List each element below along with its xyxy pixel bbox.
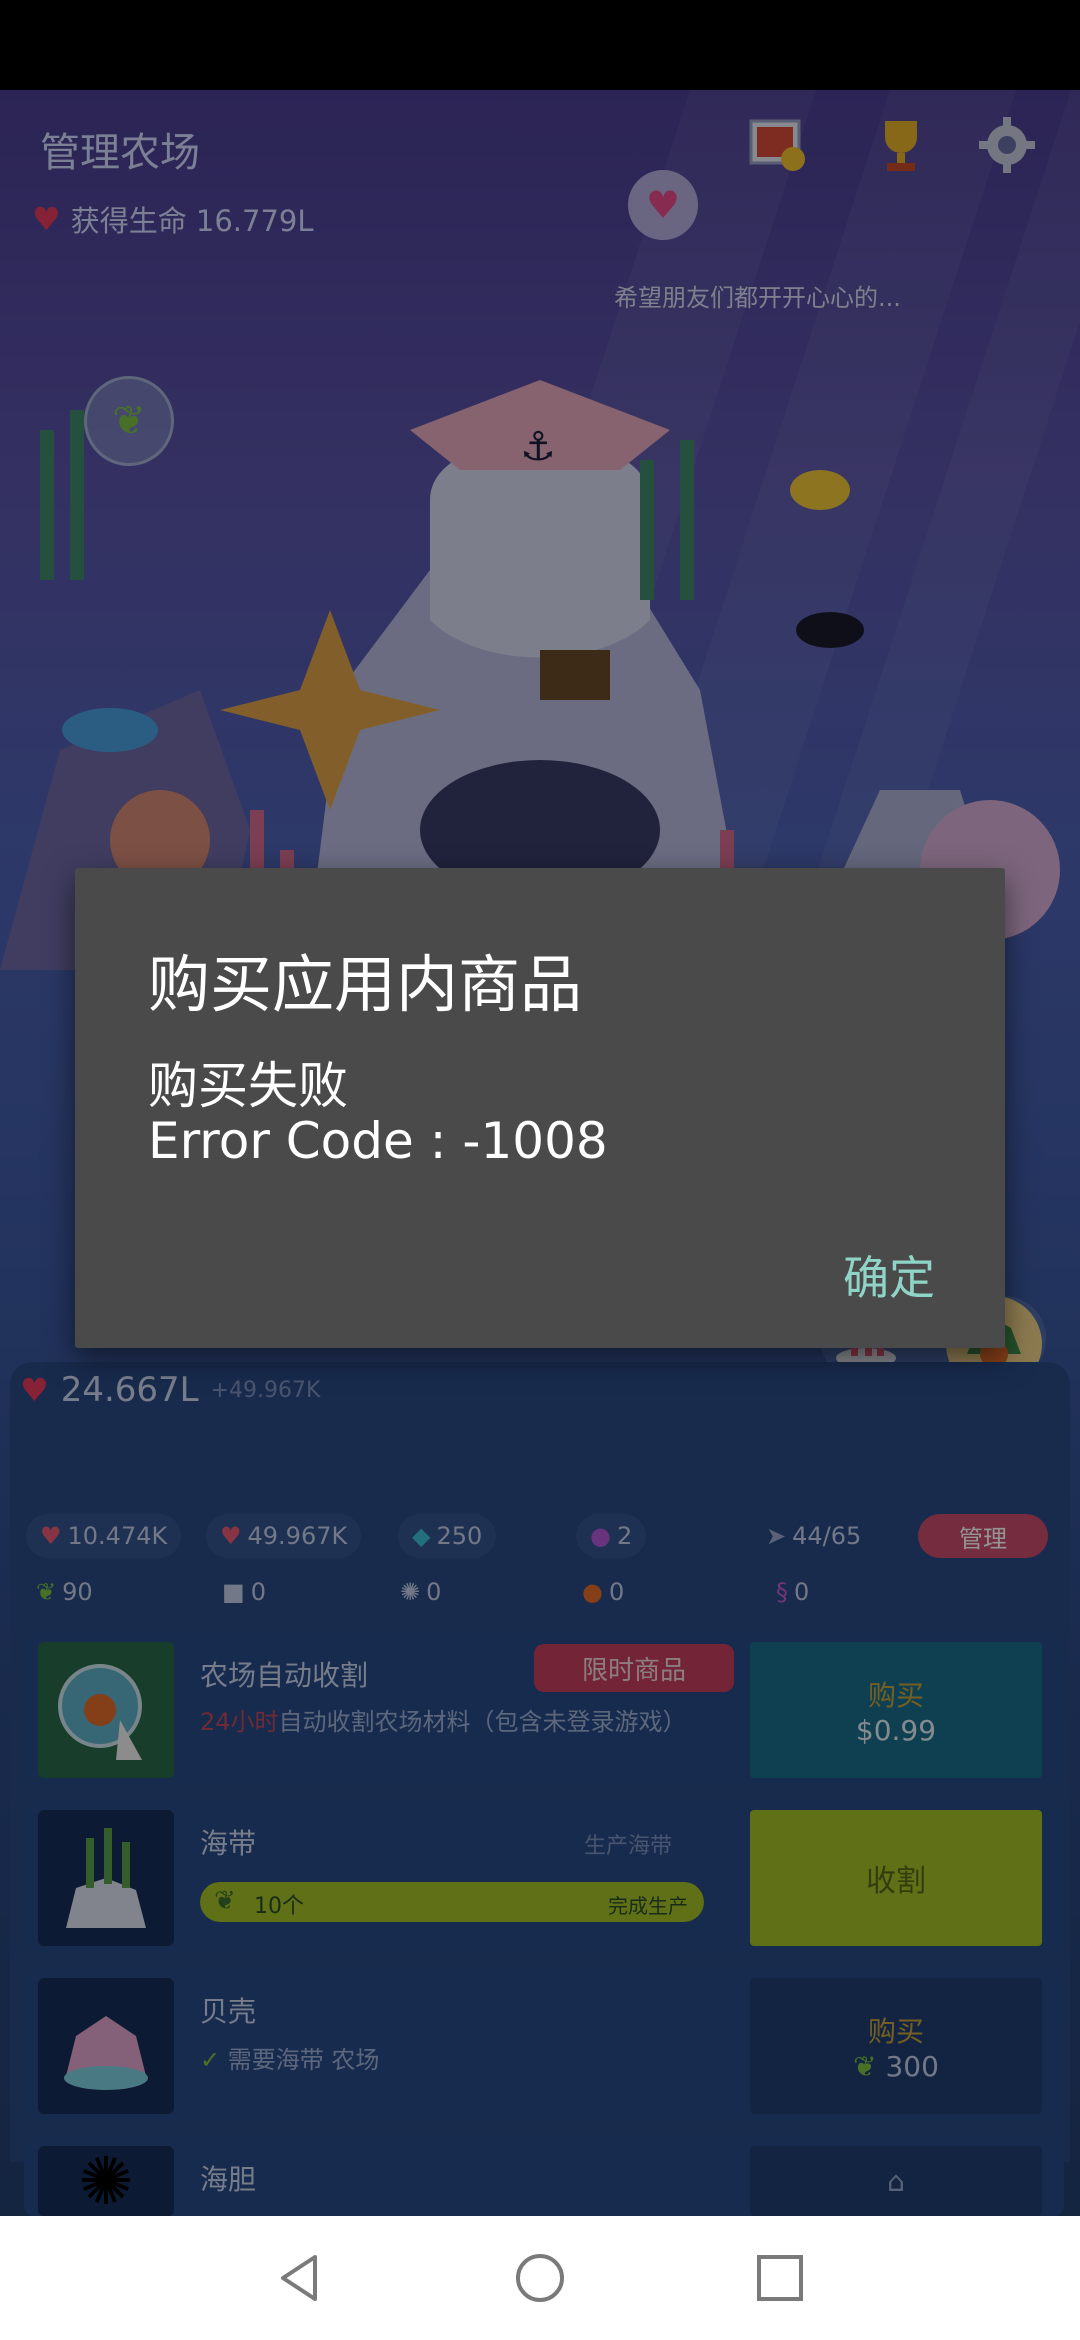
dialog-message: 购买失败 xyxy=(148,1057,348,1115)
dialog-title: 购买应用内商品 xyxy=(148,948,583,1021)
back-icon[interactable] xyxy=(268,2246,332,2310)
home-icon[interactable] xyxy=(508,2246,572,2310)
dialog-error-code: Error Code : -1008 xyxy=(148,1112,608,1170)
recents-icon[interactable] xyxy=(748,2246,812,2310)
ok-button[interactable]: 确定 xyxy=(819,1240,959,1310)
purchase-dialog: 购买应用内商品 购买失败 Error Code : -1008 确定 xyxy=(75,868,1005,1348)
navigation-bar xyxy=(0,2216,1080,2340)
status-bar xyxy=(0,0,1080,90)
